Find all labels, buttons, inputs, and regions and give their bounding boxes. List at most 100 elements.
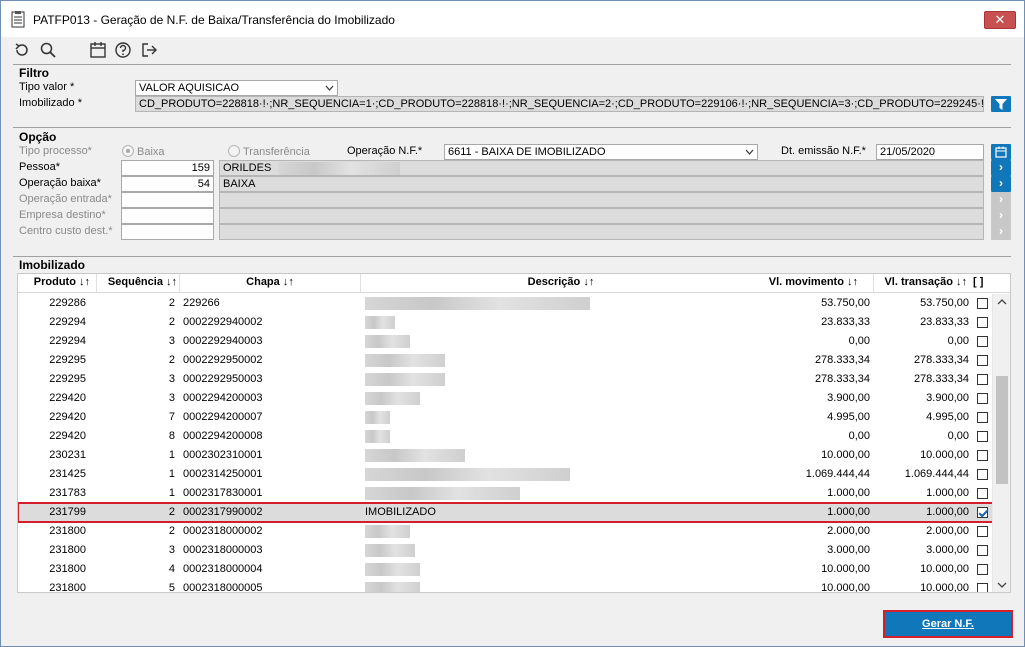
table-row[interactable]: 230231 1 0002302310001 10.000,00 10.000,00 bbox=[18, 446, 993, 465]
redacted-text bbox=[365, 316, 395, 329]
row-checkbox[interactable] bbox=[977, 507, 988, 518]
cell-produto: 229295 bbox=[49, 354, 86, 366]
imobilizado-grid: Produto ↓↑ Sequência ↓↑ Chapa ↓↑ Descriç… bbox=[17, 273, 1011, 593]
cell-descricao bbox=[365, 332, 755, 351]
redacted-text bbox=[365, 468, 570, 481]
cell-vl-transacao: 10.000,00 bbox=[920, 563, 969, 575]
filter-button[interactable] bbox=[991, 96, 1011, 112]
cell-chapa: 0002318000002 bbox=[183, 525, 263, 537]
calendar-icon[interactable] bbox=[89, 41, 107, 59]
cell-produto: 231800 bbox=[49, 563, 86, 575]
redacted-text bbox=[365, 430, 390, 443]
window-title: PATFP013 - Geração de N.F. de Baixa/Tran… bbox=[33, 13, 395, 27]
table-row[interactable]: 229294 2 0002292940002 23.833,33 23.833,33 bbox=[18, 313, 993, 332]
operacao-nf-select[interactable]: 6611 - BAIXA DE IMOBILIZADO bbox=[444, 144, 758, 160]
scroll-down-icon[interactable] bbox=[997, 581, 1007, 589]
pessoa-lookup-button[interactable]: › bbox=[991, 160, 1011, 176]
table-row[interactable]: 231800 3 0002318000003 3.000,00 3.000,00 bbox=[18, 541, 993, 560]
table-row[interactable]: 231425 1 0002314250001 1.069.444,44 1.069.44… bbox=[18, 465, 993, 484]
row-checkbox[interactable] bbox=[977, 583, 988, 592]
table-row[interactable]: 229294 3 0002292940003 0,00 0,00 bbox=[18, 332, 993, 351]
col-check-header[interactable]: [ ] bbox=[973, 274, 993, 293]
scroll-up-icon[interactable] bbox=[997, 298, 1007, 306]
col-produto-header[interactable]: Produto ↓↑ bbox=[18, 274, 90, 293]
exit-icon[interactable] bbox=[140, 41, 158, 59]
centro-custo-lookup-button[interactable]: › bbox=[991, 224, 1011, 240]
cell-vl-transacao: 3.900,00 bbox=[926, 392, 969, 404]
baixa-radio[interactable] bbox=[122, 145, 134, 157]
cell-produto: 229295 bbox=[49, 373, 86, 385]
row-checkbox[interactable] bbox=[977, 526, 988, 537]
cell-vl-transacao: 4.995,00 bbox=[926, 411, 969, 423]
operacao-entrada-code-field[interactable] bbox=[121, 192, 214, 208]
row-checkbox[interactable] bbox=[977, 374, 988, 385]
redacted-text bbox=[278, 162, 400, 175]
table-row[interactable]: 231800 4 0002318000004 10.000,00 10.000,00 bbox=[18, 560, 993, 579]
cell-vl-movimento: 1.000,00 bbox=[827, 487, 870, 499]
row-checkbox[interactable] bbox=[977, 469, 988, 480]
cell-vl-transacao: 1.000,00 bbox=[926, 506, 969, 518]
col-vl-transacao-header[interactable]: Vl. transação ↓↑ bbox=[874, 274, 967, 293]
table-row[interactable]: 229420 3 0002294200003 3.900,00 3.900,00 bbox=[18, 389, 993, 408]
dt-emissao-field[interactable]: 21/05/2020 bbox=[876, 144, 984, 160]
centro-custo-code-field[interactable] bbox=[121, 224, 214, 240]
table-row[interactable]: 229295 3 0002292950003 278.333,34 278.333,34 bbox=[18, 370, 993, 389]
redacted-text bbox=[365, 411, 390, 424]
close-button[interactable]: ✕ bbox=[984, 11, 1016, 29]
row-checkbox[interactable] bbox=[977, 317, 988, 328]
row-checkbox[interactable] bbox=[977, 355, 988, 366]
table-row[interactable]: 231799 2 0002317990002 IMOBILIZADO 1.000,00 1… bbox=[18, 502, 994, 523]
cell-vl-transacao: 0,00 bbox=[947, 335, 969, 347]
row-checkbox[interactable] bbox=[977, 564, 988, 575]
centro-custo-label: Centro custo dest.* bbox=[19, 225, 113, 237]
empresa-destino-lookup-button[interactable]: › bbox=[991, 208, 1011, 224]
row-checkbox[interactable] bbox=[977, 336, 988, 347]
row-checkbox[interactable] bbox=[977, 545, 988, 556]
imobilizado-filter-field[interactable]: CD_PRODUTO=228818·!·;NR_SEQUENCIA=1·;CD_… bbox=[135, 96, 984, 112]
vertical-scrollbar[interactable] bbox=[992, 294, 1010, 592]
cell-sequencia: 7 bbox=[168, 411, 175, 423]
row-checkbox[interactable] bbox=[977, 393, 988, 404]
table-row[interactable]: 231800 2 0002318000002 2.000,00 2.000,00 bbox=[18, 522, 993, 541]
col-vl-movimento-header[interactable]: Vl. movimento ↓↑ bbox=[761, 274, 858, 293]
table-row[interactable]: 229295 2 0002292950002 278.333,34 278.333,34 bbox=[18, 351, 993, 370]
operacao-baixa-lookup-button[interactable]: › bbox=[991, 176, 1011, 192]
table-row[interactable]: 229286 2 229266 53.750,00 53.750,00 bbox=[18, 294, 993, 313]
cell-vl-transacao: 10.000,00 bbox=[920, 449, 969, 461]
pessoa-code-field[interactable]: 159 bbox=[121, 160, 214, 176]
cell-vl-movimento: 4.995,00 bbox=[827, 411, 870, 423]
refresh-icon[interactable] bbox=[13, 41, 31, 59]
table-row[interactable]: 229420 8 0002294200008 0,00 0,00 bbox=[18, 427, 993, 446]
row-checkbox[interactable] bbox=[977, 488, 988, 499]
table-row[interactable]: 231800 5 0002318000005 10.000,00 10.000,00 bbox=[18, 579, 993, 593]
transferencia-radio[interactable] bbox=[228, 145, 240, 157]
cell-sequencia: 1 bbox=[168, 468, 175, 480]
cell-sequencia: 3 bbox=[168, 392, 175, 404]
empresa-destino-code-field[interactable] bbox=[121, 208, 214, 224]
col-sequencia-header[interactable]: Sequência ↓↑ bbox=[98, 274, 177, 293]
operacao-baixa-code-field[interactable]: 54 bbox=[121, 176, 214, 192]
row-checkbox[interactable] bbox=[977, 431, 988, 442]
cell-vl-transacao: 1.000,00 bbox=[926, 487, 969, 499]
empresa-destino-label: Empresa destino* bbox=[19, 209, 106, 221]
col-chapa-header[interactable]: Chapa ↓↑ bbox=[180, 274, 360, 293]
row-checkbox[interactable] bbox=[977, 298, 988, 309]
scrollbar-thumb[interactable] bbox=[996, 376, 1008, 484]
tipo-valor-select[interactable]: VALOR AQUISICAO bbox=[135, 80, 338, 96]
row-checkbox[interactable] bbox=[977, 450, 988, 461]
search-icon[interactable] bbox=[39, 41, 57, 59]
help-icon[interactable] bbox=[114, 41, 132, 59]
table-row[interactable]: 229420 7 0002294200007 4.995,00 4.995,00 bbox=[18, 408, 993, 427]
date-picker-button[interactable] bbox=[991, 144, 1011, 160]
operacao-entrada-lookup-button[interactable]: › bbox=[991, 192, 1011, 208]
col-descricao-header[interactable]: Descrição ↓↑ bbox=[361, 274, 761, 293]
row-checkbox[interactable] bbox=[977, 412, 988, 423]
operacao-entrada-name-field bbox=[219, 192, 984, 208]
gerar-nf-button[interactable]: Gerar N.F. bbox=[883, 610, 1013, 638]
redacted-text bbox=[365, 392, 420, 405]
title-bar: PATFP013 - Geração de N.F. de Baixa/Tran… bbox=[1, 1, 1024, 37]
cell-descricao bbox=[365, 389, 755, 408]
cell-sequencia: 5 bbox=[168, 582, 175, 593]
table-row[interactable]: 231783 1 0002317830001 1.000,00 1.000,00 bbox=[18, 484, 993, 503]
filtro-title: Filtro bbox=[19, 66, 49, 80]
